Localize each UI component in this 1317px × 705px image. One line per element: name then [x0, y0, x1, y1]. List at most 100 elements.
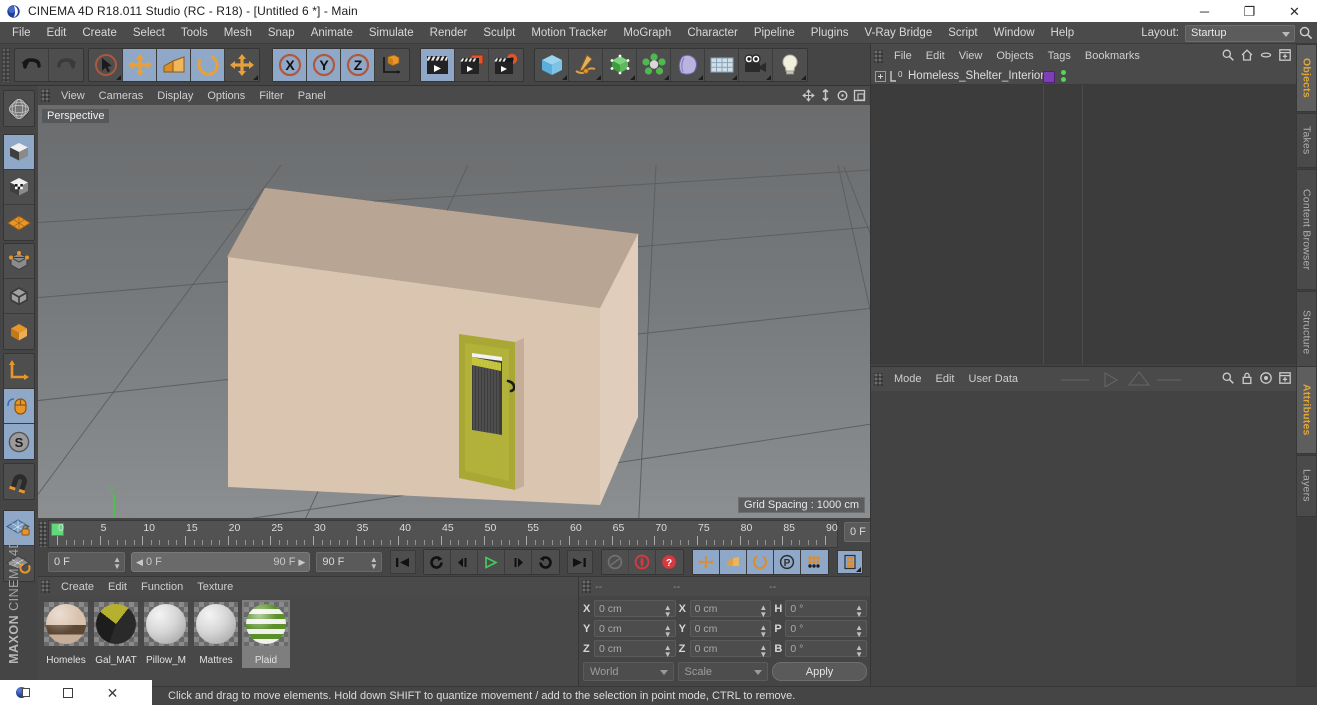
edges-mode-button[interactable]	[4, 279, 34, 314]
spinner-icon[interactable]: ▲▼	[855, 644, 863, 659]
current-frame-field[interactable]: 0 F ▲ ▼	[48, 552, 126, 572]
add-generator-button[interactable]	[603, 49, 637, 81]
attributes-menu-mode[interactable]: Mode	[887, 370, 929, 389]
object-menu-objects[interactable]: Objects	[989, 47, 1040, 66]
enable-axis-modification-button[interactable]	[4, 354, 34, 389]
go-to-end-button[interactable]	[566, 550, 593, 574]
viewport-solo-button[interactable]	[4, 389, 34, 424]
step-forward-button[interactable]	[504, 550, 532, 574]
menu-help[interactable]: Help	[1043, 22, 1083, 44]
add-light-button[interactable]	[773, 49, 807, 81]
material-item[interactable]: Plaid	[242, 600, 290, 668]
close-button[interactable]: ✕	[1272, 0, 1317, 22]
coord-rotation-input[interactable]: 0 ° ▲ ▼	[785, 640, 867, 659]
toolbar-grip[interactable]	[2, 48, 10, 82]
polygons-mode-button[interactable]	[4, 314, 34, 349]
apply-button[interactable]: Apply	[772, 662, 868, 681]
layout-dropdown[interactable]: Startup	[1185, 24, 1295, 42]
menu-animate[interactable]: Animate	[303, 22, 361, 44]
search-icon[interactable]	[1298, 25, 1314, 41]
menu-edit[interactable]: Edit	[39, 22, 75, 44]
search-icon[interactable]	[1221, 48, 1235, 67]
spinner-icon[interactable]: ▲▼	[664, 644, 672, 659]
autokeying-button[interactable]	[601, 550, 629, 574]
menu-mograph[interactable]: MoGraph	[615, 22, 679, 44]
object-tree[interactable]: 0 Homeless_Shelter_Interior	[871, 68, 1296, 364]
key-scale-button[interactable]	[719, 550, 747, 574]
menu-tools[interactable]: Tools	[173, 22, 216, 44]
record-keyframe-button[interactable]	[628, 550, 656, 574]
tab-layers[interactable]: Layers	[1296, 455, 1317, 517]
key-pla-button[interactable]	[800, 550, 828, 574]
menu-file[interactable]: File	[4, 22, 39, 44]
viewport-menu-display[interactable]: Display	[150, 86, 200, 105]
live-selection-tool[interactable]	[89, 49, 123, 81]
add-spline-button[interactable]	[569, 49, 603, 81]
add-cube-button[interactable]	[535, 49, 569, 81]
material-item[interactable]: Pillow_M	[142, 600, 190, 668]
menu-create[interactable]: Create	[74, 22, 125, 44]
move-tool[interactable]	[123, 49, 157, 81]
cinema4d-taskbar-icon[interactable]	[0, 681, 45, 705]
add-array-button[interactable]	[637, 49, 671, 81]
object-menu-file[interactable]: File	[887, 47, 919, 66]
magnet-tool-button[interactable]	[4, 464, 34, 499]
key-parameter-button[interactable]: P	[773, 550, 801, 574]
lock-y-axis-button[interactable]: Y	[307, 49, 341, 81]
coord-size-input[interactable]: 0 cm ▲ ▼	[689, 640, 772, 659]
rotate-tool[interactable]	[191, 49, 225, 81]
viewport-menu-view[interactable]: View	[54, 86, 92, 105]
model-mode-button[interactable]	[4, 135, 34, 170]
material-item[interactable]: Gal_MAT	[92, 600, 140, 668]
scale-tool[interactable]	[157, 49, 191, 81]
viewport-grip[interactable]	[41, 89, 50, 102]
minimize-icon[interactable]	[1259, 48, 1273, 67]
texture-mode-button[interactable]	[4, 170, 34, 205]
move-alt-tool[interactable]	[225, 49, 259, 81]
add-deformer-button[interactable]	[671, 49, 705, 81]
make-editable-button[interactable]	[4, 91, 34, 126]
spinner-icon[interactable]: ▲▼	[664, 624, 672, 639]
menu-v-ray-bridge[interactable]: V-Ray Bridge	[856, 22, 940, 44]
object-menu-edit[interactable]: Edit	[919, 47, 952, 66]
spinner-icon[interactable]: ▲▼	[370, 556, 378, 571]
attributes-menu-user-data[interactable]: User Data	[962, 370, 1026, 389]
attributes-content[interactable]	[871, 391, 1296, 686]
loop-playback-button[interactable]	[423, 550, 451, 574]
world-object-axis-button[interactable]	[375, 49, 409, 81]
spinner-icon[interactable]: ▲▼	[759, 644, 767, 659]
object-tree-row[interactable]: 0 Homeless_Shelter_Interior	[871, 68, 1296, 85]
lock-z-axis-button[interactable]: Z	[341, 49, 375, 81]
coord-rotation-input[interactable]: 0 ° ▲ ▼	[785, 620, 867, 639]
material-menu-texture[interactable]: Texture	[190, 577, 240, 596]
expand-icon[interactable]	[1278, 48, 1292, 67]
lock-icon[interactable]	[1240, 371, 1254, 390]
workplane-mode-button[interactable]	[4, 205, 34, 240]
spinner-icon[interactable]: ▲▼	[759, 624, 767, 639]
coord-position-input[interactable]: 0 cm ▲ ▼	[594, 620, 676, 639]
points-mode-button[interactable]	[4, 244, 34, 279]
undo-button[interactable]	[15, 49, 49, 81]
tab-attributes[interactable]: Attributes	[1296, 366, 1317, 454]
menu-mesh[interactable]: Mesh	[216, 22, 260, 44]
tab-content-browser[interactable]: Content Browser	[1296, 169, 1317, 291]
expand-plus-icon[interactable]	[875, 70, 886, 82]
menu-render[interactable]: Render	[422, 22, 476, 44]
home-icon[interactable]	[1240, 48, 1254, 67]
render-to-picture-viewer-button[interactable]	[455, 49, 489, 81]
material-item[interactable]: Homeles	[42, 600, 90, 668]
taskbar-close-icon[interactable]: ✕	[90, 681, 135, 705]
menu-simulate[interactable]: Simulate	[361, 22, 422, 44]
coord-size-input[interactable]: 0 cm ▲ ▼	[689, 600, 772, 619]
material-menu-function[interactable]: Function	[134, 577, 190, 596]
attributes-menu-edit[interactable]: Edit	[929, 370, 962, 389]
object-menu-view[interactable]: View	[952, 47, 990, 66]
tab-objects[interactable]: Objects	[1296, 44, 1317, 113]
timeline-view-button[interactable]	[836, 550, 863, 574]
menu-character[interactable]: Character	[679, 22, 746, 44]
play-forward-button[interactable]	[531, 550, 559, 574]
material-list[interactable]: Homeles Gal_MAT Pillow_M Mattres Plaid	[38, 596, 578, 686]
spinner-icon[interactable]: ▲▼	[855, 604, 863, 619]
expand-icon[interactable]	[1278, 371, 1292, 390]
minimize-button[interactable]: ─	[1182, 0, 1227, 22]
